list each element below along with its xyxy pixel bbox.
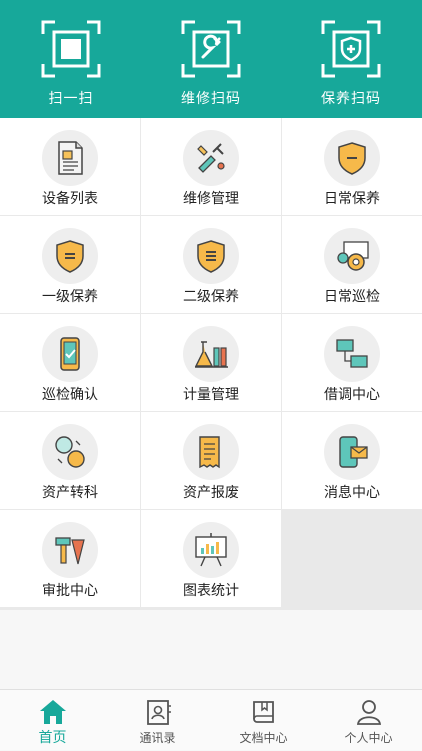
metrology-management-label: 计量管理 xyxy=(183,387,239,403)
repair-scan-button[interactable]: 维修扫码 xyxy=(141,0,281,118)
asset-transfer-label: 资产转科 xyxy=(42,485,98,501)
scan-label: 扫一扫 xyxy=(48,91,94,107)
tab-contacts[interactable]: 通讯录 xyxy=(105,690,210,751)
daily-maintenance-label: 日常保养 xyxy=(324,191,380,207)
lab-flask-icon xyxy=(194,341,228,368)
monitors-icon xyxy=(336,339,368,368)
tab-contacts-label: 通讯录 xyxy=(139,731,176,745)
tab-home[interactable]: 首页 xyxy=(0,690,105,751)
message-center-button[interactable]: 消息中心 xyxy=(282,412,422,509)
wrench-scan-icon xyxy=(181,20,241,78)
phone-check-icon xyxy=(60,337,80,371)
shield-level2-icon xyxy=(197,240,225,273)
scan-square-icon xyxy=(41,20,101,78)
inspection-confirm-button[interactable]: 巡检确认 xyxy=(0,314,140,411)
home-icon xyxy=(40,700,66,724)
contacts-icon xyxy=(147,700,171,725)
scan-button[interactable]: 扫一扫 xyxy=(1,0,141,118)
feature-grid: 设备列表 维修管理 日常保养 一级保养 二级保养 日常巡检 巡检确认 计量管理 … xyxy=(0,118,422,610)
book-icon xyxy=(253,701,274,723)
level1-maintenance-label: 一级保养 xyxy=(42,289,98,305)
inspection-confirm-label: 巡检确认 xyxy=(42,387,98,403)
tab-documents-label: 文档中心 xyxy=(239,731,288,745)
loan-center-label: 借调中心 xyxy=(324,387,380,403)
phone-mail-icon xyxy=(339,436,368,468)
daily-inspection-label: 日常巡检 xyxy=(324,289,380,305)
receipt-icon xyxy=(199,436,220,469)
scan-header: 扫一扫 维修扫码 保养扫码 xyxy=(0,0,422,118)
message-center-label: 消息中心 xyxy=(324,485,380,501)
device-list-button[interactable]: 设备列表 xyxy=(0,118,140,215)
repair-scan-label: 维修扫码 xyxy=(181,91,241,107)
daily-inspection-button[interactable]: 日常巡检 xyxy=(282,216,422,313)
asset-scrap-button[interactable]: 资产报废 xyxy=(141,412,281,509)
shield-level1-icon xyxy=(56,240,84,273)
approval-center-button[interactable]: 审批中心 xyxy=(0,510,140,607)
daily-maintenance-button[interactable]: 日常保养 xyxy=(282,118,422,215)
approval-center-label: 审批中心 xyxy=(42,583,98,599)
tab-home-label: 首页 xyxy=(38,730,67,746)
repair-management-button[interactable]: 维修管理 xyxy=(141,118,281,215)
person-icon xyxy=(356,700,382,725)
maintenance-scan-label: 保养扫码 xyxy=(321,91,381,107)
level2-maintenance-label: 二级保养 xyxy=(183,289,239,305)
bottom-tab-bar: 首页 通讯录 文档中心 个人中心 xyxy=(0,689,422,750)
document-list-icon xyxy=(58,141,83,175)
loan-center-button[interactable]: 借调中心 xyxy=(282,314,422,411)
chart-statistics-button[interactable]: 图表统计 xyxy=(141,510,281,607)
asset-transfer-button[interactable]: 资产转科 xyxy=(0,412,140,509)
repair-management-label: 维修管理 xyxy=(183,191,239,207)
level1-maintenance-button[interactable]: 一级保养 xyxy=(0,216,140,313)
metrology-management-button[interactable]: 计量管理 xyxy=(141,314,281,411)
shield-scan-icon xyxy=(321,20,381,78)
device-list-label: 设备列表 xyxy=(42,191,98,207)
coins-transfer-icon xyxy=(55,436,85,468)
maintenance-scan-button[interactable]: 保养扫码 xyxy=(281,0,421,118)
chart-board-icon xyxy=(195,533,227,567)
tab-profile-label: 个人中心 xyxy=(344,731,393,745)
tab-documents[interactable]: 文档中心 xyxy=(211,690,316,751)
level2-maintenance-button[interactable]: 二级保养 xyxy=(141,216,281,313)
tools-icon xyxy=(197,143,225,173)
gears-icon xyxy=(337,241,369,271)
stamp-icon xyxy=(55,537,85,565)
tab-profile[interactable]: 个人中心 xyxy=(316,690,421,751)
shield-minus-icon xyxy=(338,142,366,175)
chart-statistics-label: 图表统计 xyxy=(183,583,239,599)
asset-scrap-label: 资产报废 xyxy=(183,485,239,501)
